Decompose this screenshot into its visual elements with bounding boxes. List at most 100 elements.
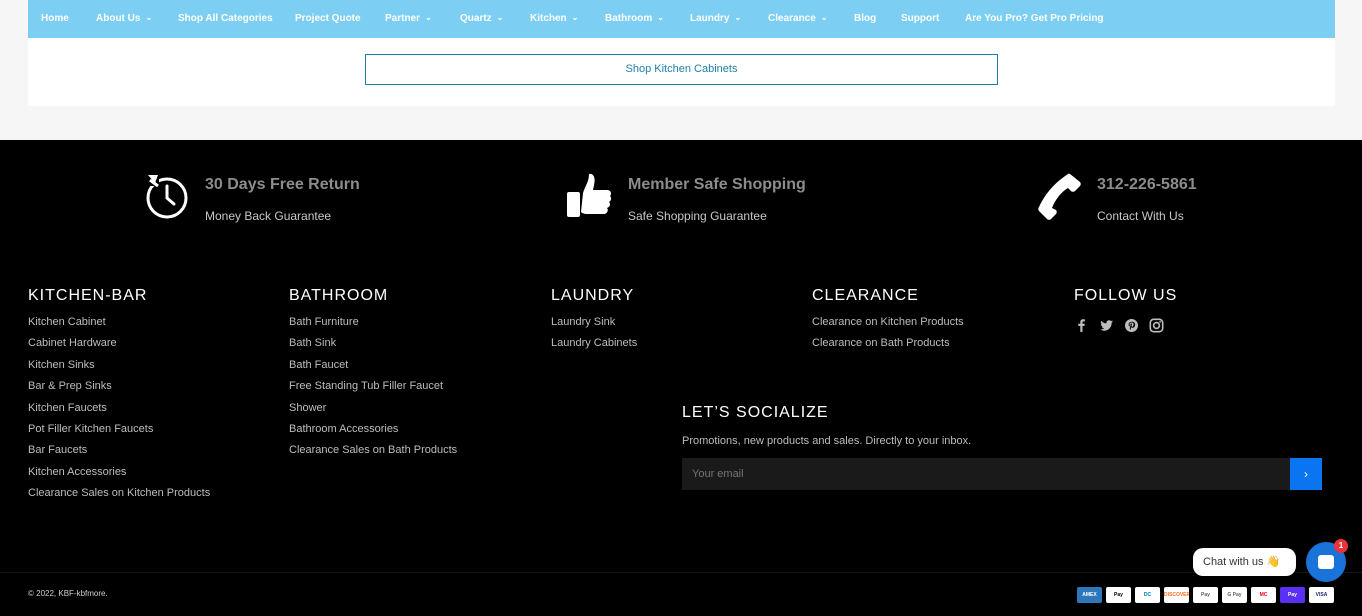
nav-label: Blog: [854, 13, 877, 24]
diners-club-icon: DC: [1135, 587, 1160, 603]
chat-with-us-label[interactable]: Chat with us 👋: [1193, 548, 1296, 576]
footer-link[interactable]: Clearance Sales on Bath Products: [289, 444, 457, 465]
payment-methods: AMEX Pay DC DISCOVER Pay G Pay MC Pay VI…: [1077, 587, 1334, 603]
nav-item-about-us[interactable]: About Us ⌄: [96, 13, 152, 24]
return-clock-icon: [136, 166, 196, 226]
chevron-down-icon: ⌄: [145, 13, 153, 22]
phone-icon: [1028, 166, 1088, 226]
column-heading: LAUNDRY: [551, 287, 635, 304]
nav-label: Home: [41, 13, 69, 24]
thumbs-up-icon: [559, 166, 619, 226]
mastercard-icon: MC: [1251, 587, 1276, 603]
nav-item-project-quote[interactable]: Project Quote: [295, 13, 361, 24]
column-heading: KITCHEN-BAR: [28, 287, 148, 304]
apple-pay-icon: Pay: [1106, 587, 1131, 603]
nav-label: Quartz: [460, 13, 492, 24]
nav-label: Project Quote: [295, 13, 361, 24]
subscribe-submit-button[interactable]: ›: [1290, 458, 1322, 490]
chat-bubble-icon: [1318, 555, 1334, 569]
nav-label: Are You Pro? Get Pro Pricing: [965, 13, 1104, 24]
feature-title: 30 Days Free Return: [205, 176, 360, 193]
nav-label: Clearance: [768, 13, 816, 24]
pinterest-icon[interactable]: [1124, 318, 1139, 333]
feature-subtitle: Money Back Guarantee: [205, 209, 332, 223]
nav-item-quartz[interactable]: Quartz ⌄: [460, 13, 503, 24]
footer-link[interactable]: Kitchen Accessories: [28, 466, 210, 487]
chevron-down-icon: ⌄: [657, 13, 664, 22]
footer-column-bathroom: BATHROOM Bath Furniture Bath Sink Bath F…: [289, 287, 457, 466]
footer-link[interactable]: Shower: [289, 402, 457, 423]
newsletter-description: Promotions, new products and sales. Dire…: [682, 435, 972, 447]
nav-label: Shop All Categories: [178, 13, 273, 24]
footer-link[interactable]: Bath Sink: [289, 337, 457, 358]
nav-item-support[interactable]: Support: [901, 13, 939, 24]
nav-item-partner[interactable]: Partner ⌄: [385, 13, 432, 24]
footer-link[interactable]: Kitchen Cabinet: [28, 316, 210, 337]
copyright-text: © 2022, KBF-kbfmore.: [28, 589, 108, 598]
content-panel: Shop Kitchen Cabinets: [28, 38, 1335, 106]
footer-link[interactable]: Bathroom Accessories: [289, 423, 457, 444]
footer-link[interactable]: Bar Faucets: [28, 444, 210, 465]
footer-link[interactable]: Free Standing Tub Filler Faucet: [289, 380, 457, 401]
column-heading: CLEARANCE: [812, 287, 919, 304]
google-pay-icon: Pay: [1193, 587, 1218, 603]
chevron-down-icon: ⌄: [820, 13, 828, 22]
feature-subtitle: Contact With Us: [1097, 209, 1184, 223]
feature-title: Member Safe Shopping: [628, 176, 806, 193]
column-heading: BATHROOM: [289, 287, 389, 304]
shop-pay-icon: Pay: [1280, 587, 1305, 603]
footer-link[interactable]: Pot Filler Kitchen Faucets: [28, 423, 210, 444]
nav-item-kitchen[interactable]: Kitchen ⌄: [530, 13, 578, 24]
nav-item-blog[interactable]: Blog: [854, 13, 876, 24]
nav-label: Support: [901, 13, 940, 24]
nav-label: About Us: [96, 13, 141, 24]
feature-title: 312-226-5861: [1097, 176, 1197, 193]
shop-kitchen-cabinets-button[interactable]: Shop Kitchen Cabinets: [365, 54, 998, 85]
column-heading: FOLLOW US: [1074, 287, 1178, 304]
footer-link[interactable]: Clearance on Kitchen Products: [812, 316, 964, 337]
nav-item-pro-pricing[interactable]: Are You Pro? Get Pro Pricing: [965, 13, 1104, 24]
footer-link[interactable]: Kitchen Faucets: [28, 402, 210, 423]
site-footer: 30 Days Free Return Money Back Guarantee…: [0, 140, 1362, 616]
nav-label: Kitchen: [530, 13, 567, 24]
notification-badge: 1: [1334, 539, 1348, 553]
main-navigation: Home About Us ⌄ Shop All Categories Proje…: [28, 0, 1335, 38]
footer-divider: [0, 572, 1362, 573]
chevron-right-icon: ›: [1304, 467, 1308, 481]
footer-column-clearance: CLEARANCE Clearance on Kitchen Products …: [812, 287, 964, 359]
visa-icon: VISA: [1309, 587, 1334, 603]
newsletter-section: LET’S SOCIALIZE Promotions, new products…: [682, 404, 971, 447]
chevron-down-icon: ⌄: [425, 13, 432, 22]
footer-link[interactable]: Kitchen Sinks: [28, 359, 210, 380]
footer-column-laundry: LAUNDRY Laundry Sink Laundry Cabinets: [551, 287, 637, 359]
gpay-icon: G Pay: [1222, 587, 1247, 603]
nav-item-home[interactable]: Home: [41, 13, 69, 24]
footer-column-follow-us: FOLLOW US: [1074, 287, 1177, 305]
nav-label: Laundry: [690, 13, 730, 24]
newsletter-heading: LET’S SOCIALIZE: [682, 404, 829, 421]
nav-label: Bathroom: [605, 13, 653, 24]
email-field[interactable]: [682, 458, 1290, 490]
chevron-down-icon: ⌄: [734, 13, 742, 22]
nav-item-bathroom[interactable]: Bathroom ⌄: [605, 13, 664, 24]
footer-link[interactable]: Cabinet Hardware: [28, 337, 210, 358]
twitter-icon[interactable]: [1099, 318, 1114, 333]
nav-item-shop-all-categories[interactable]: Shop All Categories: [178, 13, 273, 24]
footer-link[interactable]: Bath Furniture: [289, 316, 457, 337]
chevron-down-icon: ⌄: [571, 13, 579, 22]
facebook-icon[interactable]: [1074, 318, 1089, 333]
page-top-area: Home About Us ⌄ Shop All Categories Proje…: [0, 0, 1362, 140]
footer-link[interactable]: Clearance Sales on Kitchen Products: [28, 487, 210, 508]
nav-label: Partner: [385, 13, 421, 24]
chevron-down-icon: ⌄: [496, 13, 504, 22]
instagram-icon[interactable]: [1149, 318, 1164, 333]
footer-link[interactable]: Bar & Prep Sinks: [28, 380, 210, 401]
nav-item-clearance[interactable]: Clearance ⌄: [768, 13, 828, 24]
footer-link[interactable]: Laundry Sink: [551, 316, 637, 337]
footer-link[interactable]: Laundry Cabinets: [551, 337, 637, 358]
footer-link[interactable]: Bath Faucet: [289, 359, 457, 380]
footer-link[interactable]: Clearance on Bath Products: [812, 337, 964, 358]
feature-subtitle: Safe Shopping Guarantee: [628, 209, 767, 223]
nav-item-laundry[interactable]: Laundry ⌄: [690, 13, 741, 24]
social-links: [1074, 318, 1164, 333]
